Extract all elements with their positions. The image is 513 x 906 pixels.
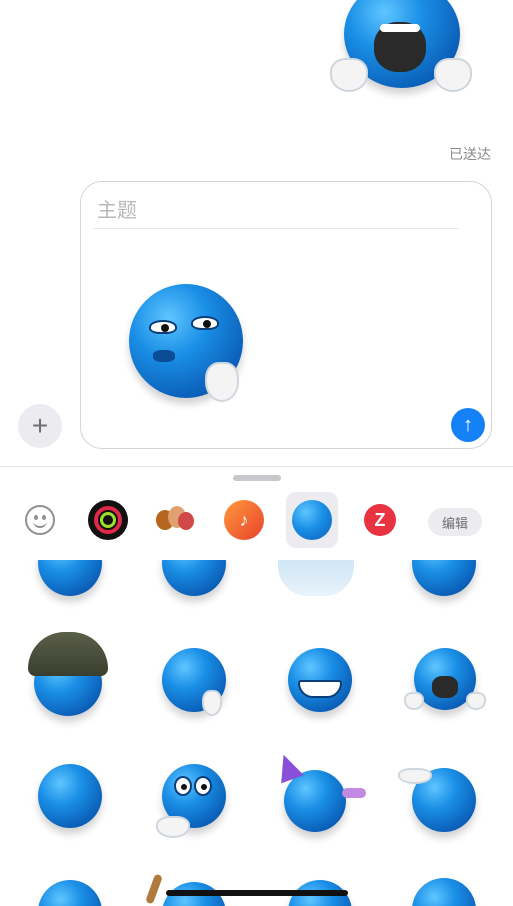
sticker-smug[interactable] [36,762,104,832]
sticker-surprised-partial[interactable] [162,560,226,596]
sticker-grid [0,560,513,906]
subject-divider [93,228,459,229]
sticker-party[interactable] [272,750,368,838]
send-button[interactable]: ↑ [451,408,485,442]
red-z-icon: Z [364,504,396,536]
home-indicator[interactable] [166,890,348,896]
sent-status-label: 已送达 [449,146,491,162]
blue-emoji-icon [292,500,332,540]
add-attachment-button[interactable]: + [18,404,62,448]
guitar-icon: ♪ [224,500,264,540]
app-memoji-stickers[interactable] [150,492,202,548]
drawer-divider [0,466,513,467]
sticker-big-grin[interactable] [284,648,356,718]
sticker-row4-4[interactable] [412,878,476,906]
imessage-app-strip: ♪ Z 编辑 [0,492,513,552]
sticker-crying[interactable] [404,648,486,720]
edit-apps-button[interactable]: 编辑 [428,508,482,536]
sticker-nervous[interactable] [156,760,230,842]
messages-screen: 已送达 主题 ↑ + ♪ Z 编辑 [0,0,513,906]
smiley-icon [25,505,55,535]
sticker-row4-1[interactable] [38,880,102,906]
sticker-grin-partial[interactable] [38,560,102,596]
sticker-thinking[interactable] [160,648,230,724]
sticker-soldier[interactable] [28,632,108,718]
attached-thinking-sticker[interactable] [125,282,255,412]
app-activity[interactable] [82,492,134,548]
sticker-cat-partial[interactable] [412,560,476,596]
sticker-cloud-partial[interactable] [278,560,354,596]
sticker-salute[interactable] [398,766,482,836]
subject-field[interactable]: 主题 [97,194,137,223]
app-blue-emoji-stickers[interactable] [286,492,338,548]
message-compose-box[interactable]: 主题 ↑ [80,181,492,449]
app-emoji-keyboard[interactable] [14,492,66,548]
sent-crying-sticker[interactable] [330,0,472,100]
drawer-grabber[interactable] [233,475,281,481]
app-garageband[interactable]: ♪ [218,492,270,548]
activity-rings-icon [88,500,128,540]
memoji-icon [156,504,196,536]
app-red-z[interactable]: Z [354,492,406,548]
